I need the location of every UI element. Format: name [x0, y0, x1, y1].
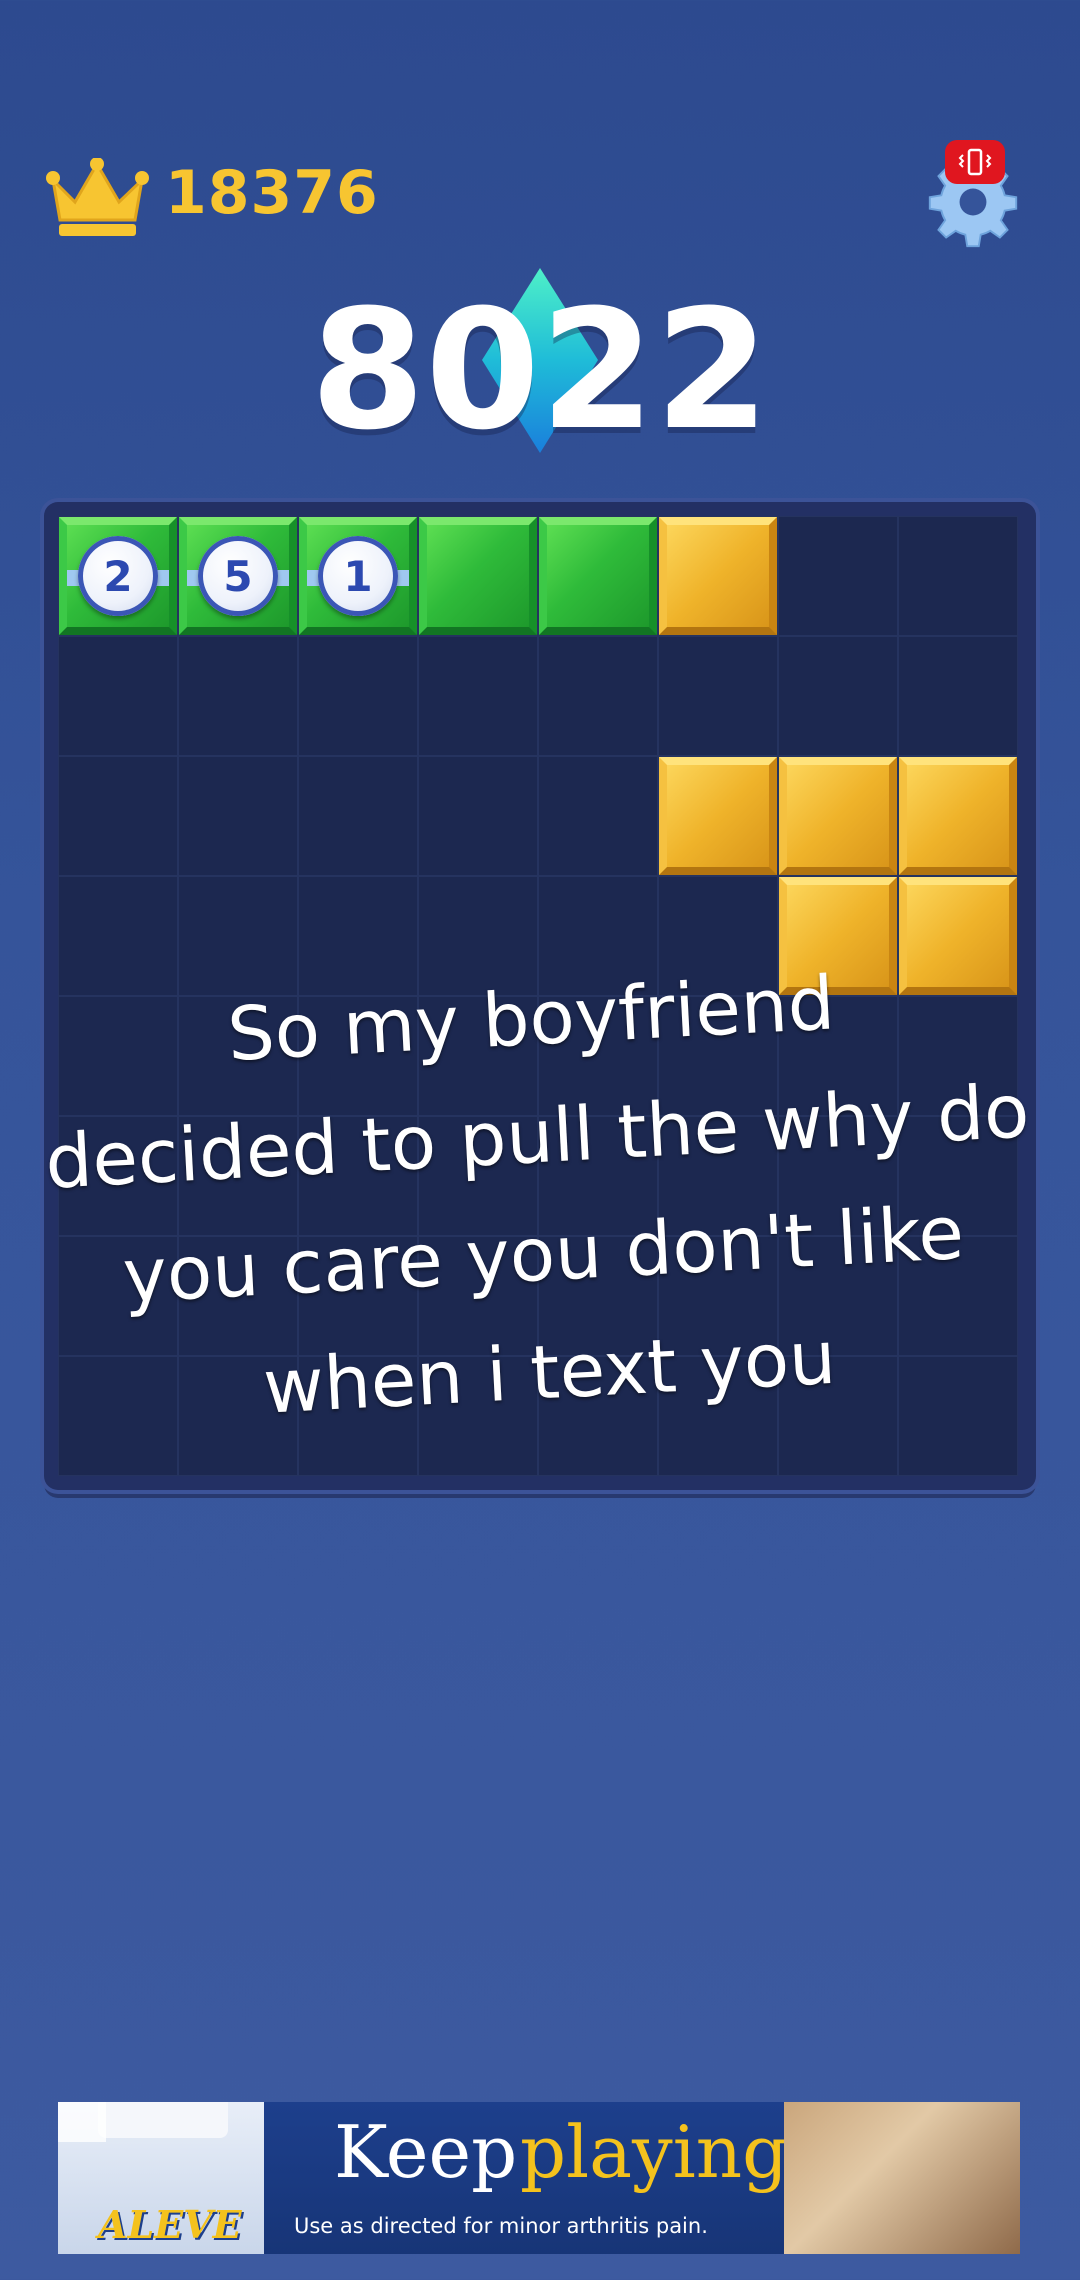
gold-block — [899, 757, 1017, 875]
ad-brand: ALEVE — [98, 2202, 242, 2247]
gold-block — [659, 517, 777, 635]
gold-block — [659, 757, 777, 875]
board-cell[interactable] — [418, 636, 538, 756]
board-cell[interactable]: 2 — [58, 516, 178, 636]
number-ball: 2 — [78, 536, 158, 616]
board-cell[interactable] — [778, 756, 898, 876]
green-block: 5 — [179, 517, 297, 635]
board-cell[interactable] — [658, 756, 778, 876]
best-score: 18376 — [165, 158, 379, 228]
ad-choices-icon[interactable] — [58, 2102, 106, 2142]
board-cell[interactable] — [658, 636, 778, 756]
board-cell[interactable] — [58, 756, 178, 876]
board-cell[interactable] — [418, 516, 538, 636]
board-cell[interactable] — [178, 636, 298, 756]
board-cell[interactable] — [898, 516, 1018, 636]
ad-photo — [784, 2102, 1020, 2254]
board-cell[interactable] — [538, 516, 658, 636]
board-cell[interactable]: 5 — [178, 516, 298, 636]
settings-button[interactable] — [925, 140, 1035, 250]
ad-text-panel: Keep playing Use as directed for minor a… — [264, 2102, 788, 2254]
green-block — [419, 517, 537, 635]
current-score: 8022 — [310, 274, 770, 466]
vibrate-badge[interactable] — [945, 140, 1005, 184]
board-cell[interactable] — [778, 636, 898, 756]
board-cell[interactable] — [658, 516, 778, 636]
green-block: 2 — [59, 517, 177, 635]
top-bar: 18376 — [45, 140, 1035, 250]
number-ball: 1 — [318, 536, 398, 616]
board-cell[interactable]: 1 — [298, 516, 418, 636]
video-caption: So my boyfriend decided to pull the why … — [0, 932, 1080, 1460]
board-cell[interactable] — [58, 636, 178, 756]
score-display: 8022 — [0, 268, 1080, 458]
vibrate-icon — [958, 148, 992, 176]
number-ball: 5 — [198, 536, 278, 616]
board-cell[interactable] — [298, 756, 418, 876]
ad-subtext: Use as directed for minor arthritis pain… — [294, 2214, 708, 2238]
board-cell[interactable] — [538, 756, 658, 876]
green-block — [539, 517, 657, 635]
board-cell[interactable] — [898, 756, 1018, 876]
green-block: 1 — [299, 517, 417, 635]
board-cell[interactable] — [298, 636, 418, 756]
board-cell[interactable] — [778, 516, 898, 636]
board-cell[interactable] — [898, 636, 1018, 756]
ad-headline-accent: playing — [520, 2110, 789, 2194]
ad-headline: Keep — [334, 2110, 518, 2194]
board-cell[interactable] — [58, 876, 178, 996]
board-cell[interactable] — [178, 756, 298, 876]
ad-product-image: ALEVE — [58, 2102, 264, 2254]
bottle-cap — [98, 2102, 228, 2138]
board-cell[interactable] — [418, 756, 538, 876]
crown-icon — [46, 158, 149, 236]
ad-banner[interactable]: ALEVE Keep playing Use as directed for m… — [58, 2102, 1020, 2254]
board-cell[interactable] — [538, 636, 658, 756]
gold-block — [779, 757, 897, 875]
